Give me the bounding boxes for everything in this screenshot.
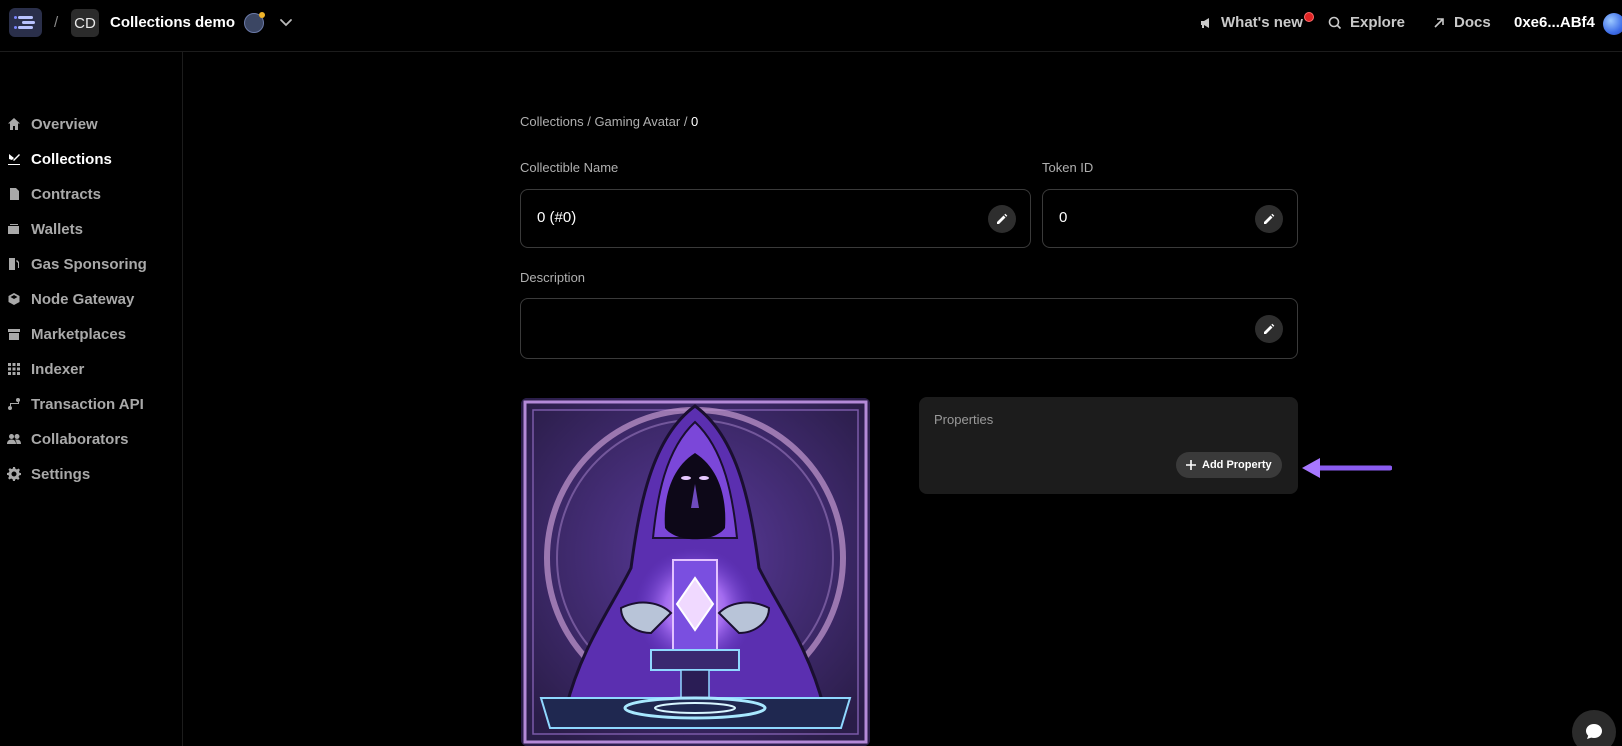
docs-label: Docs [1454, 14, 1491, 31]
home-icon [7, 117, 21, 131]
breadcrumb-separator: / [680, 114, 692, 129]
breadcrumb: Collections / Gaming Avatar / 0 [520, 114, 698, 129]
properties-panel: Properties Add Property [919, 397, 1298, 494]
chat-button[interactable] [1572, 710, 1616, 746]
whats-new-link[interactable]: What's new [1199, 14, 1303, 31]
gas-pump-icon [7, 257, 21, 271]
sidebar-item-node-gateway[interactable]: Node Gateway [0, 285, 180, 313]
sidebar: Overview Collections Contracts Wallets G… [0, 52, 183, 746]
notification-dot [1304, 12, 1314, 22]
description-field[interactable] [520, 298, 1298, 359]
collectible-name-label: Collectible Name [520, 160, 619, 175]
project-name[interactable]: Collections demo [110, 14, 235, 31]
chevron-down-icon[interactable] [278, 14, 294, 30]
grid-icon [7, 362, 21, 376]
top-bar: / CD Collections demo What's new Explore… [0, 0, 1622, 52]
breadcrumb-separator: / [583, 114, 595, 129]
sidebar-item-gas-sponsoring[interactable]: Gas Sponsoring [0, 250, 180, 278]
store-icon [7, 327, 21, 341]
route-icon [7, 397, 21, 411]
pencil-icon [997, 213, 1008, 224]
sidebar-item-marketplaces[interactable]: Marketplaces [0, 320, 180, 348]
docs-link[interactable]: Docs [1432, 14, 1491, 31]
token-id-field[interactable]: 0 [1042, 189, 1298, 248]
sidebar-item-label: Collections [31, 150, 112, 168]
collectible-name-field[interactable]: 0 (#0) [520, 189, 1031, 248]
add-property-button[interactable]: Add Property [1176, 452, 1282, 478]
sidebar-item-label: Settings [31, 465, 91, 483]
breadcrumb-separator: / [54, 14, 59, 31]
plus-icon [1186, 460, 1196, 470]
explore-link[interactable]: Explore [1328, 14, 1405, 31]
sidebar-item-label: Indexer [31, 360, 85, 378]
sidebar-item-label: Wallets [31, 220, 83, 238]
sidebar-item-overview[interactable]: Overview [0, 110, 180, 138]
sidebar-item-label: Marketplaces [31, 325, 127, 343]
description-label: Description [520, 270, 586, 285]
sidebar-item-label: Node Gateway [31, 290, 135, 308]
explore-label: Explore [1350, 14, 1406, 31]
collectible-name-value: 0 (#0) [537, 209, 577, 226]
properties-title: Properties [934, 412, 994, 427]
edit-name-button[interactable] [988, 205, 1016, 233]
pointer-arrow-icon [1302, 458, 1392, 478]
breadcrumb-collections[interactable]: Collections [520, 114, 584, 129]
megaphone-icon [1201, 17, 1209, 28]
sidebar-item-contracts[interactable]: Contracts [0, 180, 180, 208]
account-avatar[interactable] [1603, 13, 1622, 35]
sidebar-item-label: Gas Sponsoring [31, 255, 147, 273]
wallet-icon [7, 222, 21, 236]
network-icon[interactable] [244, 12, 265, 33]
sidebar-item-indexer[interactable]: Indexer [0, 355, 180, 383]
sidebar-item-label: Transaction API [31, 395, 144, 413]
collectible-image[interactable] [521, 398, 870, 746]
contract-icon [7, 187, 21, 201]
sidebar-item-label: Overview [31, 115, 98, 133]
sidebar-item-label: Contracts [31, 185, 102, 203]
add-property-label: Add Property [1202, 459, 1272, 471]
search-icon [1328, 16, 1342, 29]
wallet-address[interactable]: 0xe6...ABf4 [1514, 14, 1595, 31]
users-icon [7, 432, 21, 446]
gear-icon [7, 467, 21, 481]
edit-description-button[interactable] [1255, 315, 1283, 343]
token-id-value: 0 [1059, 209, 1068, 226]
sidebar-item-collaborators[interactable]: Collaborators [0, 425, 180, 453]
sidebar-item-collections[interactable]: Collections [0, 145, 180, 173]
sidebar-item-settings[interactable]: Settings [0, 460, 180, 488]
breadcrumb-current: 0 [691, 114, 699, 129]
sidebar-item-transaction-api[interactable]: Transaction API [0, 390, 180, 418]
menu-logo-icon[interactable] [9, 8, 42, 37]
collections-icon [7, 152, 21, 166]
cube-icon [7, 292, 21, 306]
sidebar-item-label: Collaborators [31, 430, 129, 448]
token-id-label: Token ID [1042, 160, 1094, 175]
sidebar-item-wallets[interactable]: Wallets [0, 215, 180, 243]
chat-icon [1586, 724, 1602, 739]
external-arrow-icon [1434, 17, 1444, 28]
project-badge[interactable]: CD [71, 9, 99, 37]
breadcrumb-collection[interactable]: Gaming Avatar [594, 114, 680, 129]
whats-new-label: What's new [1221, 14, 1303, 31]
edit-token-id-button[interactable] [1255, 205, 1283, 233]
pencil-icon [1264, 213, 1275, 224]
pencil-icon [1264, 323, 1275, 334]
